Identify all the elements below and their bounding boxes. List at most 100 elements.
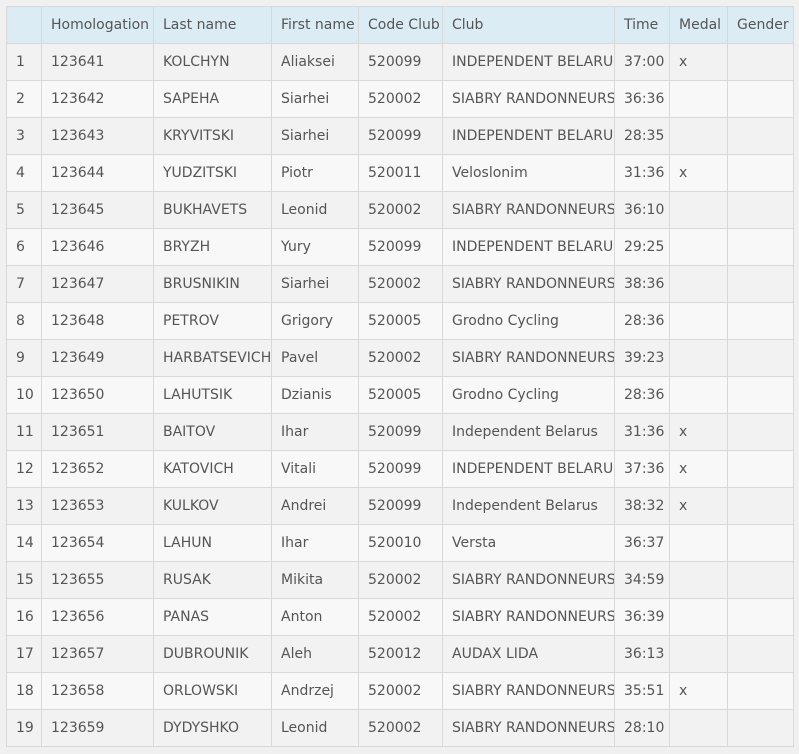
cell-gender — [727, 228, 794, 266]
cell-club: Grodno Cycling — [442, 302, 615, 340]
cell-homologation: 123645 — [41, 191, 154, 229]
table-row: 16 123656 PANAS Anton 520002 SIABRY RANDONNEU… — [6, 598, 794, 636]
cell-club: SIABRY RANDONNEURS — [442, 598, 615, 636]
cell-index: 9 — [6, 339, 42, 377]
table-row: 2 123642 SAPEHA Siarhei 520002 SIABRY RANDONN… — [6, 80, 794, 118]
cell-homologation: 123647 — [41, 265, 154, 303]
header-cell-medal[interactable]: Medal — [669, 6, 728, 44]
cell-time: 29:25 — [614, 228, 670, 266]
cell-club: SIABRY RANDONNEURS — [442, 339, 615, 377]
cell-time: 39:23 — [614, 339, 670, 377]
header-cell-homologation[interactable]: Homologation — [41, 6, 154, 44]
results-table: Homologation Last name First name Code C… — [6, 6, 794, 747]
cell-medal: x — [669, 450, 728, 488]
cell-club: INDEPENDENT BELARUS — [442, 43, 615, 81]
cell-last-name: HARBATSEVICH — [153, 339, 272, 377]
cell-gender — [727, 191, 794, 229]
cell-code-club: 520099 — [358, 43, 443, 81]
cell-last-name: ORLOWSKI — [153, 672, 272, 710]
header-cell-last-name[interactable]: Last name — [153, 6, 272, 44]
cell-gender — [727, 672, 794, 710]
cell-code-club: 520099 — [358, 413, 443, 451]
cell-code-club: 520002 — [358, 672, 443, 710]
cell-first-name: Leonid — [271, 709, 359, 747]
cell-club: INDEPENDENT BELARUS — [442, 117, 615, 155]
cell-code-club: 520099 — [358, 487, 443, 525]
cell-last-name: BRYZH — [153, 228, 272, 266]
cell-time: 38:36 — [614, 265, 670, 303]
cell-homologation: 123651 — [41, 413, 154, 451]
cell-index: 8 — [6, 302, 42, 340]
cell-last-name: DUBROUNIK — [153, 635, 272, 673]
table-row: 3 123643 KRYVITSKI Siarhei 520099 INDEPENDENT… — [6, 117, 794, 155]
cell-first-name: Leonid — [271, 191, 359, 229]
cell-last-name: SAPEHA — [153, 80, 272, 118]
cell-gender — [727, 413, 794, 451]
cell-first-name: Siarhei — [271, 117, 359, 155]
cell-club: INDEPENDENT BELARUS — [442, 450, 615, 488]
cell-medal: x — [669, 413, 728, 451]
cell-club: Grodno Cycling — [442, 376, 615, 414]
table-row: 1 123641 KOLCHYN Aliaksei 520099 INDEPENDENT … — [6, 43, 794, 81]
cell-index: 7 — [6, 265, 42, 303]
header-cell-index[interactable] — [6, 6, 42, 44]
cell-gender — [727, 635, 794, 673]
cell-club: SIABRY RANDONNEURS — [442, 709, 615, 747]
cell-gender — [727, 80, 794, 118]
header-cell-time[interactable]: Time — [614, 6, 670, 44]
cell-index: 11 — [6, 413, 42, 451]
cell-index: 3 — [6, 117, 42, 155]
cell-gender — [727, 709, 794, 747]
cell-medal — [669, 376, 728, 414]
cell-gender — [727, 524, 794, 562]
cell-homologation: 123655 — [41, 561, 154, 599]
table-row: 19 123659 DYDYSHKO Leonid 520002 SIABRY RANDO… — [6, 709, 794, 747]
cell-first-name: Aleh — [271, 635, 359, 673]
cell-medal: x — [669, 43, 728, 81]
cell-homologation: 123644 — [41, 154, 154, 192]
cell-time: 31:36 — [614, 154, 670, 192]
cell-index: 18 — [6, 672, 42, 710]
cell-gender — [727, 117, 794, 155]
cell-homologation: 123656 — [41, 598, 154, 636]
header-cell-club[interactable]: Club — [442, 6, 615, 44]
cell-medal — [669, 635, 728, 673]
cell-time: 37:00 — [614, 43, 670, 81]
header-cell-code-club[interactable]: Code Club — [358, 6, 443, 44]
cell-code-club: 520099 — [358, 117, 443, 155]
cell-first-name: Grigory — [271, 302, 359, 340]
results-table-container: Homologation Last name First name Code C… — [6, 6, 794, 747]
cell-gender — [727, 487, 794, 525]
cell-gender — [727, 561, 794, 599]
cell-first-name: Siarhei — [271, 265, 359, 303]
cell-last-name: YUDZITSKI — [153, 154, 272, 192]
cell-time: 28:10 — [614, 709, 670, 747]
cell-code-club: 520011 — [358, 154, 443, 192]
cell-gender — [727, 450, 794, 488]
table-row: 4 123644 YUDZITSKI Piotr 520011 Veloslonim 31:… — [6, 154, 794, 192]
cell-time: 36:13 — [614, 635, 670, 673]
cell-last-name: PETROV — [153, 302, 272, 340]
cell-first-name: Dzianis — [271, 376, 359, 414]
cell-code-club: 520010 — [358, 524, 443, 562]
cell-index: 1 — [6, 43, 42, 81]
cell-last-name: BUKHAVETS — [153, 191, 272, 229]
cell-club: Versta — [442, 524, 615, 562]
cell-medal: x — [669, 154, 728, 192]
table-row: 9 123649 HARBATSEVICH Pavel 520002 SIABRY RAN… — [6, 339, 794, 377]
cell-time: 36:36 — [614, 80, 670, 118]
cell-code-club: 520002 — [358, 80, 443, 118]
cell-time: 36:37 — [614, 524, 670, 562]
cell-last-name: RUSAK — [153, 561, 272, 599]
cell-homologation: 123657 — [41, 635, 154, 673]
cell-code-club: 520099 — [358, 228, 443, 266]
cell-club: Independent Belarus — [442, 413, 615, 451]
header-cell-gender[interactable]: Gender — [727, 6, 794, 44]
cell-last-name: BRUSNIKIN — [153, 265, 272, 303]
table-row: 8 123648 PETROV Grigory 520005 Grodno Cycling… — [6, 302, 794, 340]
cell-homologation: 123649 — [41, 339, 154, 377]
cell-last-name: KOLCHYN — [153, 43, 272, 81]
header-cell-first-name[interactable]: First name — [271, 6, 359, 44]
cell-club: SIABRY RANDONNEURS — [442, 191, 615, 229]
cell-gender — [727, 43, 794, 81]
